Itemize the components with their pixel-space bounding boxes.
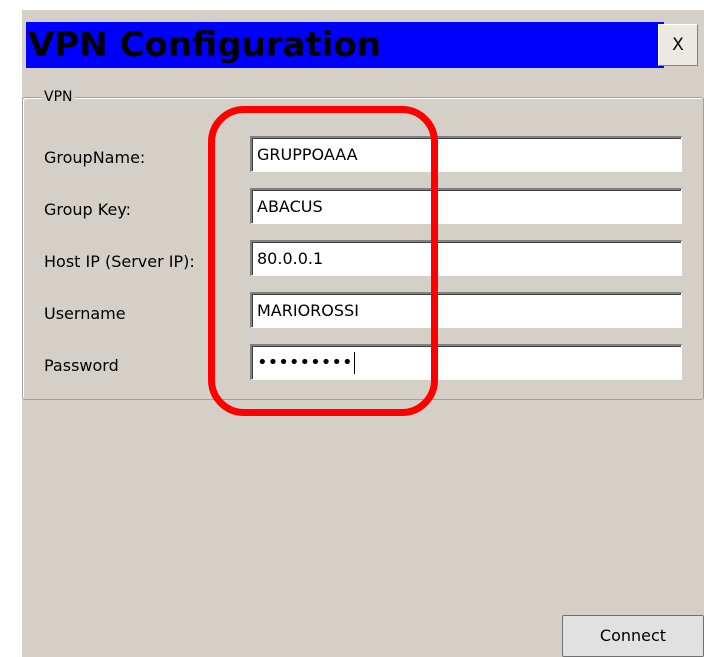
vpn-config-window: VPN Configuration X VPN GroupName: GRUPP…	[22, 10, 704, 657]
close-button[interactable]: X	[658, 24, 698, 66]
title-bar: VPN Configuration	[26, 22, 664, 68]
text-caret	[353, 352, 355, 374]
group-key-field[interactable]: ABACUS	[250, 188, 682, 224]
username-label: Username	[44, 304, 126, 323]
host-ip-label: Host IP (Server IP):	[44, 252, 195, 271]
password-mask: •••••••••	[257, 352, 353, 373]
groupname-label: GroupName:	[44, 148, 146, 167]
vpn-groupbox-legend: VPN	[42, 89, 75, 105]
connect-button[interactable]: Connect	[562, 615, 704, 657]
username-field[interactable]: MARIOROSSI	[250, 292, 682, 328]
groupname-field[interactable]: GRUPPOAAA	[250, 136, 682, 172]
password-label: Password	[44, 356, 119, 375]
window-title: VPN Configuration	[28, 25, 381, 65]
group-key-label: Group Key:	[44, 200, 132, 219]
password-field[interactable]: •••••••••	[250, 344, 682, 380]
host-ip-field[interactable]: 80.0.0.1	[250, 240, 682, 276]
